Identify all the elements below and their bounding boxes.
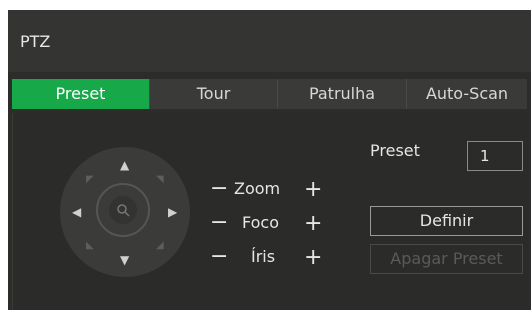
tab-auto-scan[interactable]: Auto-Scan: [407, 79, 527, 109]
preset-number-input[interactable]: [467, 141, 523, 171]
pan-up-left-icon[interactable]: ◤: [86, 175, 94, 185]
zoom-label: Zoom: [234, 179, 281, 198]
preset-label: Preset: [370, 141, 420, 160]
tab-preset[interactable]: Preset: [12, 79, 150, 109]
preset-content: ▲ ▼ ◀ ▶ ◤ ◥ ◣ ◢ − Zoom + − Foco + − Íris…: [12, 113, 528, 310]
zoom-minus-button[interactable]: −: [210, 178, 228, 200]
center-zoom-button[interactable]: [96, 183, 150, 237]
panel-title: PTZ: [20, 32, 51, 51]
pan-left-icon[interactable]: ◀: [72, 206, 81, 218]
pan-up-right-icon[interactable]: ◥: [156, 175, 164, 185]
focus-label: Foco: [242, 213, 280, 232]
center-zoom-inner: [109, 196, 137, 224]
pan-right-icon[interactable]: ▶: [168, 206, 177, 218]
tab-patrulha[interactable]: Patrulha: [278, 79, 407, 109]
ptz-panel: PTZ Preset Tour Patrulha Auto-Scan ▲ ▼ ◀…: [8, 10, 531, 310]
magnifier-icon: [117, 204, 130, 217]
delete-preset-button[interactable]: Apagar Preset: [370, 244, 523, 274]
pan-up-icon[interactable]: ▲: [120, 159, 129, 171]
pan-down-right-icon[interactable]: ◢: [156, 241, 164, 251]
iris-plus-button[interactable]: +: [304, 247, 322, 269]
title-bar: PTZ: [8, 10, 531, 72]
iris-minus-button[interactable]: −: [210, 246, 228, 268]
tab-bar: Preset Tour Patrulha Auto-Scan: [12, 79, 527, 109]
pan-down-left-icon[interactable]: ◣: [86, 241, 94, 251]
focus-minus-button[interactable]: −: [210, 212, 228, 234]
zoom-plus-button[interactable]: +: [304, 179, 322, 201]
tab-tour[interactable]: Tour: [150, 79, 278, 109]
define-preset-button[interactable]: Definir: [370, 206, 523, 236]
focus-plus-button[interactable]: +: [304, 213, 322, 235]
iris-label: Íris: [251, 247, 276, 266]
direction-pad: ▲ ▼ ◀ ▶ ◤ ◥ ◣ ◢: [60, 147, 190, 277]
pan-down-icon[interactable]: ▼: [120, 254, 129, 266]
